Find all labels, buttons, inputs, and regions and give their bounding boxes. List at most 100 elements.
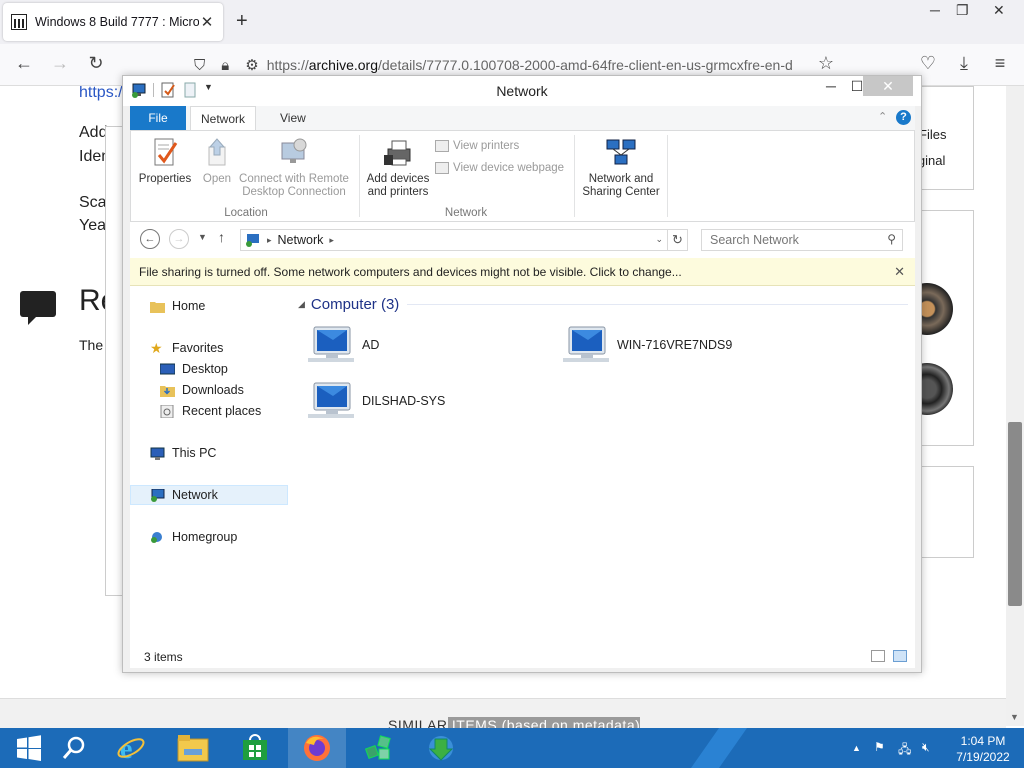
pocket-icon[interactable]: ♡	[916, 53, 940, 74]
printer-icon	[384, 140, 411, 166]
search-taskbar-button[interactable]	[46, 728, 104, 768]
forward-arrow-icon[interactable]: →	[48, 53, 72, 74]
search-icon[interactable]: ⚲	[887, 232, 896, 246]
store-button[interactable]	[226, 728, 284, 768]
window-minimize-icon[interactable]: ─	[817, 78, 845, 94]
network-sharing-label: Network and Sharing Center	[582, 173, 660, 198]
computer-name: WIN-716VRE7NDS9	[617, 338, 733, 352]
windows-logo-icon	[17, 735, 41, 761]
view-device-webpage-button[interactable]: View device webpage	[435, 162, 564, 174]
reload-icon[interactable]: ↻	[84, 53, 108, 74]
address-path[interactable]: Network	[278, 233, 324, 247]
nav-item-favorites[interactable]: ★ Favorites	[130, 338, 288, 358]
nav-item-downloads[interactable]: Downloads	[130, 380, 288, 400]
menu-icon[interactable]: ≡	[988, 53, 1012, 74]
nav-downloads-label: Downloads	[182, 383, 244, 397]
tab-view[interactable]: View	[270, 106, 316, 130]
file-explorer-button[interactable]	[164, 728, 222, 768]
nav-favorites-label: Favorites	[172, 341, 224, 355]
bookmark-star-icon[interactable]: ☆	[814, 53, 838, 74]
similar-items-strip: SIMILAR ITEMS (based on metadata)	[0, 698, 1006, 728]
tab-title: Windows 8 Build 7777 : Microso	[35, 15, 199, 29]
ribbon: Properties Open Connect with Remote Desk…	[130, 130, 915, 222]
download-manager-button[interactable]	[412, 728, 470, 768]
open-button[interactable]: Open	[197, 137, 237, 186]
shield-icon[interactable]: ⛉	[194, 57, 205, 74]
firefox-button[interactable]	[288, 728, 346, 768]
archive-favicon-icon	[11, 14, 27, 30]
large-icons-view-icon[interactable]	[893, 650, 907, 662]
computer-item[interactable]: WIN-716VRE7NDS9	[563, 324, 732, 366]
back-arrow-icon[interactable]: ←	[12, 53, 36, 74]
show-hidden-icons-icon[interactable]: ▲	[852, 743, 861, 753]
details-view-icon[interactable]	[871, 650, 885, 662]
address-dropdown-icon[interactable]: ⌄	[655, 234, 663, 245]
address-box[interactable]: ▸ Network ▸ ⌄	[240, 229, 668, 251]
action-center-flag-icon[interactable]: ⚑	[874, 740, 885, 754]
search-input[interactable]: Search Network ⚲	[701, 229, 903, 251]
computer-item[interactable]: AD	[308, 324, 379, 366]
tab-file[interactable]: File	[130, 106, 186, 130]
ribbon-tab-strip: File Network View ⌃ ?	[130, 106, 915, 130]
tab-network[interactable]: Network	[190, 106, 257, 130]
help-icon[interactable]: ?	[896, 110, 911, 125]
breadcrumb-chevron-icon[interactable]: ▸	[267, 235, 272, 246]
nav-back-icon[interactable]: ←	[140, 229, 160, 249]
address-bar-row: ← → ▼ ↑ ▸ Network ▸ ⌄ ↻ Search Network ⚲	[130, 222, 915, 258]
infobar-close-icon[interactable]: ✕	[894, 258, 905, 286]
collapse-ribbon-icon[interactable]: ⌃	[878, 110, 887, 123]
downloads-icon[interactable]: ⤓	[952, 53, 976, 74]
computer-group-header[interactable]: ◢ Computer (3)	[298, 296, 908, 313]
refresh-icon[interactable]: ↻	[668, 229, 688, 251]
scroll-down-icon[interactable]: ▼	[1010, 712, 1019, 722]
network-sharing-center-button[interactable]: Network and Sharing Center	[578, 137, 664, 199]
permissions-icon[interactable]: ⚙	[245, 56, 258, 74]
status-bar: 3 items	[130, 646, 915, 668]
nav-item-this-pc[interactable]: This PC	[130, 443, 288, 463]
system-clock[interactable]: 1:04 PM 7/19/2022	[950, 733, 1016, 765]
properties-button[interactable]: Properties	[133, 137, 197, 186]
connect-remote-desktop-button[interactable]: Connect with Remote Desktop Connection	[235, 137, 353, 199]
reviews-text: The	[79, 337, 104, 353]
recent-locations-icon[interactable]: ▼	[198, 232, 207, 242]
tab-close-icon[interactable]: ✕	[199, 13, 215, 31]
browser-tab[interactable]: Windows 8 Build 7777 : Microso ✕	[3, 3, 223, 41]
url-prefix: https://	[266, 57, 309, 73]
minimize-icon[interactable]: ─	[930, 2, 940, 18]
restore-icon[interactable]: ❐	[956, 2, 969, 19]
browser-close-icon[interactable]: ✕	[993, 2, 1005, 19]
view-printers-button[interactable]: View printers	[435, 140, 519, 152]
up-arrow-icon[interactable]: ↑	[218, 229, 225, 245]
breadcrumb-chevron-icon[interactable]: ▸	[329, 235, 334, 246]
explorer-title-bar[interactable]: ▼ Network ─ ☐ ✕	[123, 76, 921, 106]
nav-item-recent-places[interactable]: Recent places	[130, 401, 288, 421]
network-tray-icon[interactable]: 🖧	[898, 740, 911, 761]
volume-muted-icon[interactable]: 🔇︎	[922, 740, 930, 755]
infobar-message[interactable]: File sharing is turned off. Some network…	[139, 265, 682, 279]
nav-item-network[interactable]: Network	[130, 485, 288, 505]
nav-forward-icon[interactable]: →	[169, 229, 189, 249]
url-text[interactable]: https://archive.org/details/7777.0.10070…	[267, 57, 846, 73]
computer-item[interactable]: DILSHAD-SYS	[308, 380, 445, 422]
nav-item-home[interactable]: Home	[130, 296, 288, 316]
scrollbar-thumb[interactable]	[1008, 422, 1022, 606]
network-sharing-icon	[606, 139, 636, 165]
desktop-icon	[160, 363, 175, 374]
collapse-group-icon[interactable]: ◢	[298, 299, 305, 310]
url-domain: archive.org	[308, 57, 378, 73]
network-group-label: Network	[444, 207, 488, 219]
page-scrollbar[interactable]: ▼	[1006, 86, 1024, 726]
app-cubes-button[interactable]	[350, 728, 408, 768]
new-tab-button[interactable]: +	[236, 10, 248, 33]
store-icon	[243, 734, 267, 760]
download-files-label[interactable]: Files	[919, 127, 946, 142]
file-sharing-infobar[interactable]: File sharing is turned off. Some network…	[130, 258, 915, 286]
window-close-button[interactable]: ✕	[863, 76, 913, 96]
lock-icon[interactable]: 🔒︎	[221, 57, 229, 74]
nav-item-homegroup[interactable]: Homegroup	[130, 527, 288, 547]
page-link-fragment[interactable]: https://	[79, 86, 127, 102]
internet-explorer-button[interactable]: e	[102, 728, 160, 768]
nav-item-desktop[interactable]: Desktop	[130, 359, 288, 379]
similar-items-heading: SIMILAR ITEMS (based on metadata)	[388, 717, 641, 728]
add-devices-button[interactable]: Add devices and printers	[363, 137, 433, 199]
